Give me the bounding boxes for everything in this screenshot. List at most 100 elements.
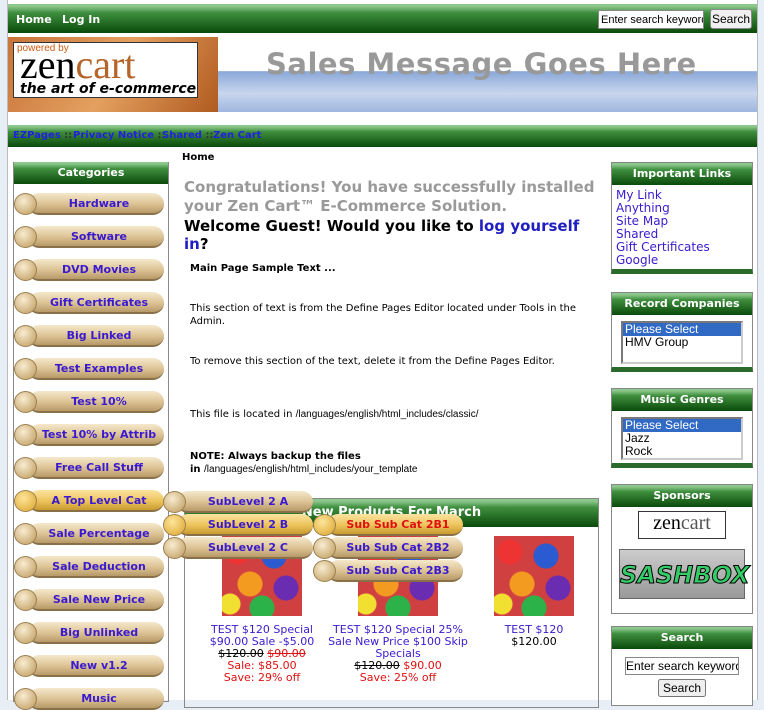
category-big-linked[interactable]: Big Linked xyxy=(14,325,164,347)
submenu-item[interactable]: SubLevel 2 B xyxy=(163,514,313,536)
category-label[interactable]: New v1.2 xyxy=(28,655,164,677)
ez-link-zencart[interactable]: Zen Cart xyxy=(213,130,261,141)
category-label[interactable]: Hardware xyxy=(28,193,164,215)
category-sale-new-price[interactable]: Sale New Price xyxy=(14,589,164,611)
category-label[interactable]: Big Linked xyxy=(28,325,164,347)
category-gift-certificates[interactable]: Gift Certificates xyxy=(14,292,164,314)
category-label[interactable]: Sub Sub Cat 2B3 xyxy=(327,560,463,582)
important-links-header: Important Links xyxy=(612,163,752,185)
categories-header: Categories xyxy=(14,162,168,184)
option[interactable]: HMV Group xyxy=(623,336,741,349)
p3-path: /languages/english/html_includes/classic… xyxy=(295,409,479,420)
banner: powered by zencart the art of e-commerce… xyxy=(8,37,757,112)
search-box: Search Search xyxy=(611,626,753,706)
category-label[interactable]: Test 10% xyxy=(28,391,164,413)
subsubmenu-item[interactable]: Sub Sub Cat 2B2 xyxy=(313,537,463,559)
category-label[interactable]: A Top Level Cat xyxy=(28,490,164,512)
category-label[interactable]: SubLevel 2 C xyxy=(177,537,313,559)
music-genres-select[interactable]: Please Select Jazz Rock xyxy=(621,417,743,460)
product-image[interactable] xyxy=(494,536,574,616)
sidebar-search-input[interactable] xyxy=(625,657,739,675)
category-music[interactable]: Music xyxy=(14,688,164,710)
category-test-10-[interactable]: Test 10% xyxy=(14,391,164,413)
header-search-input[interactable] xyxy=(598,10,704,29)
note-prefix: in xyxy=(190,464,205,475)
category-label[interactable]: Free Call Stuff xyxy=(28,457,164,479)
product-card[interactable]: TEST $120 $120.00 xyxy=(464,536,604,648)
header-search-button[interactable]: Search xyxy=(710,9,752,29)
note-path: /languages/english/html_includes/your_te… xyxy=(204,464,418,475)
button-bullet-icon xyxy=(14,688,37,710)
category-label[interactable]: Big Unlinked xyxy=(28,622,164,644)
music-genres-header: Music Genres xyxy=(612,389,752,411)
category-test-examples[interactable]: Test Examples xyxy=(14,358,164,380)
paragraph-2: To remove this section of the text, dele… xyxy=(190,356,555,367)
music-genres-box: Music Genres Please Select Jazz Rock xyxy=(611,388,753,468)
welcome-suffix: ? xyxy=(199,235,209,253)
categories-box: Categories Hardware Software DVD Movies Gif… xyxy=(13,162,169,710)
paragraph-3: This file is located in /languages/engli… xyxy=(190,408,590,421)
ez-link-shared[interactable]: Shared xyxy=(162,130,202,141)
category-label[interactable]: Sale Percentage xyxy=(28,523,164,545)
category-a-top-level-cat[interactable]: A Top Level Cat xyxy=(14,490,164,512)
button-bullet-icon xyxy=(14,424,37,446)
category-new-v1-2[interactable]: New v1.2 xyxy=(14,655,164,677)
savings: Save: 25% off xyxy=(359,671,437,684)
sponsors-header: Sponsors xyxy=(612,485,752,507)
sponsor-sashbox-logo[interactable]: SASHBOX xyxy=(619,549,750,599)
subsubmenu-item[interactable]: Sub Sub Cat 2B3 xyxy=(313,560,463,582)
category-label[interactable]: Sale New Price xyxy=(28,589,164,611)
category-label[interactable]: Test 10% by Attrib xyxy=(28,424,164,446)
nav-home-link[interactable]: Home xyxy=(16,13,52,26)
record-companies-select[interactable]: Please Select HMV Group xyxy=(621,321,743,364)
category-label[interactable]: SubLevel 2 B xyxy=(177,514,313,536)
category-free-call-stuff[interactable]: Free Call Stuff xyxy=(14,457,164,479)
logo-tagline: the art of e-commerce xyxy=(20,81,197,97)
button-bullet-icon xyxy=(14,457,37,479)
subsubmenu-item[interactable]: Sub Sub Cat 2B1 xyxy=(313,514,463,536)
category-sale-percentage[interactable]: Sale Percentage xyxy=(14,523,164,545)
category-test-10-by-attrib[interactable]: Test 10% by Attrib xyxy=(14,424,164,446)
category-label[interactable]: Software xyxy=(28,226,164,248)
zen-cart-logo[interactable]: powered by zencart the art of e-commerce xyxy=(13,42,198,98)
search-header: Search xyxy=(612,627,752,649)
button-bullet-icon xyxy=(14,358,37,380)
nav-login-link[interactable]: Log In xyxy=(62,13,100,26)
button-bullet-icon xyxy=(313,537,336,559)
category-label[interactable]: Sub Sub Cat 2B2 xyxy=(327,537,463,559)
ez-link-ezpages[interactable]: EZPages xyxy=(13,130,61,141)
product-name[interactable]: TEST $120 Special $90.00 Sale -$5.00 xyxy=(210,623,315,648)
category-hardware[interactable]: Hardware xyxy=(14,193,164,215)
category-sale-deduction[interactable]: Sale Deduction xyxy=(14,556,164,578)
important-links-box: Important Links My Link Anything Site Map S… xyxy=(611,162,753,274)
category-label[interactable]: Sub Sub Cat 2B1 xyxy=(327,514,463,536)
ezpages-bar: EZPages :: Privacy Notice :: Shared :: Z… xyxy=(8,125,757,147)
product-name[interactable]: TEST $120 Special 25% Sale New Price $10… xyxy=(328,623,468,660)
category-dvd-movies[interactable]: DVD Movies xyxy=(14,259,164,281)
option[interactable]: Rock xyxy=(623,445,741,458)
category-software[interactable]: Software xyxy=(14,226,164,248)
sidebar-search-button[interactable]: Search xyxy=(658,679,706,697)
category-big-unlinked[interactable]: Big Unlinked xyxy=(14,622,164,644)
sponsor-zencart-logo[interactable]: zencart xyxy=(638,511,726,539)
ez-link-privacy[interactable]: Privacy Notice xyxy=(73,130,154,141)
button-bullet-icon xyxy=(14,622,37,644)
submenu-item[interactable]: SubLevel 2 A xyxy=(163,491,313,513)
category-label[interactable]: Music xyxy=(28,688,164,710)
category-label[interactable]: DVD Movies xyxy=(28,259,164,281)
main-content: Congratulations! You have successfully i… xyxy=(184,178,599,475)
important-link[interactable]: Google xyxy=(612,254,752,267)
button-bullet-icon xyxy=(14,193,37,215)
sales-message: Sales Message Goes Here xyxy=(266,47,697,81)
record-companies-header: Record Companies xyxy=(612,293,752,315)
record-companies-box: Record Companies Please Select HMV Group xyxy=(611,292,753,372)
category-label[interactable]: Test Examples xyxy=(28,358,164,380)
submenu-item[interactable]: SubLevel 2 C xyxy=(163,537,313,559)
button-bullet-icon xyxy=(14,556,37,578)
category-label[interactable]: SubLevel 2 A xyxy=(177,491,313,513)
note-title: NOTE: Always backup the files xyxy=(190,451,361,462)
category-label[interactable]: Sale Deduction xyxy=(28,556,164,578)
button-bullet-icon xyxy=(14,292,37,314)
sample-title: Main Page Sample Text ... xyxy=(190,263,336,274)
category-label[interactable]: Gift Certificates xyxy=(28,292,164,314)
